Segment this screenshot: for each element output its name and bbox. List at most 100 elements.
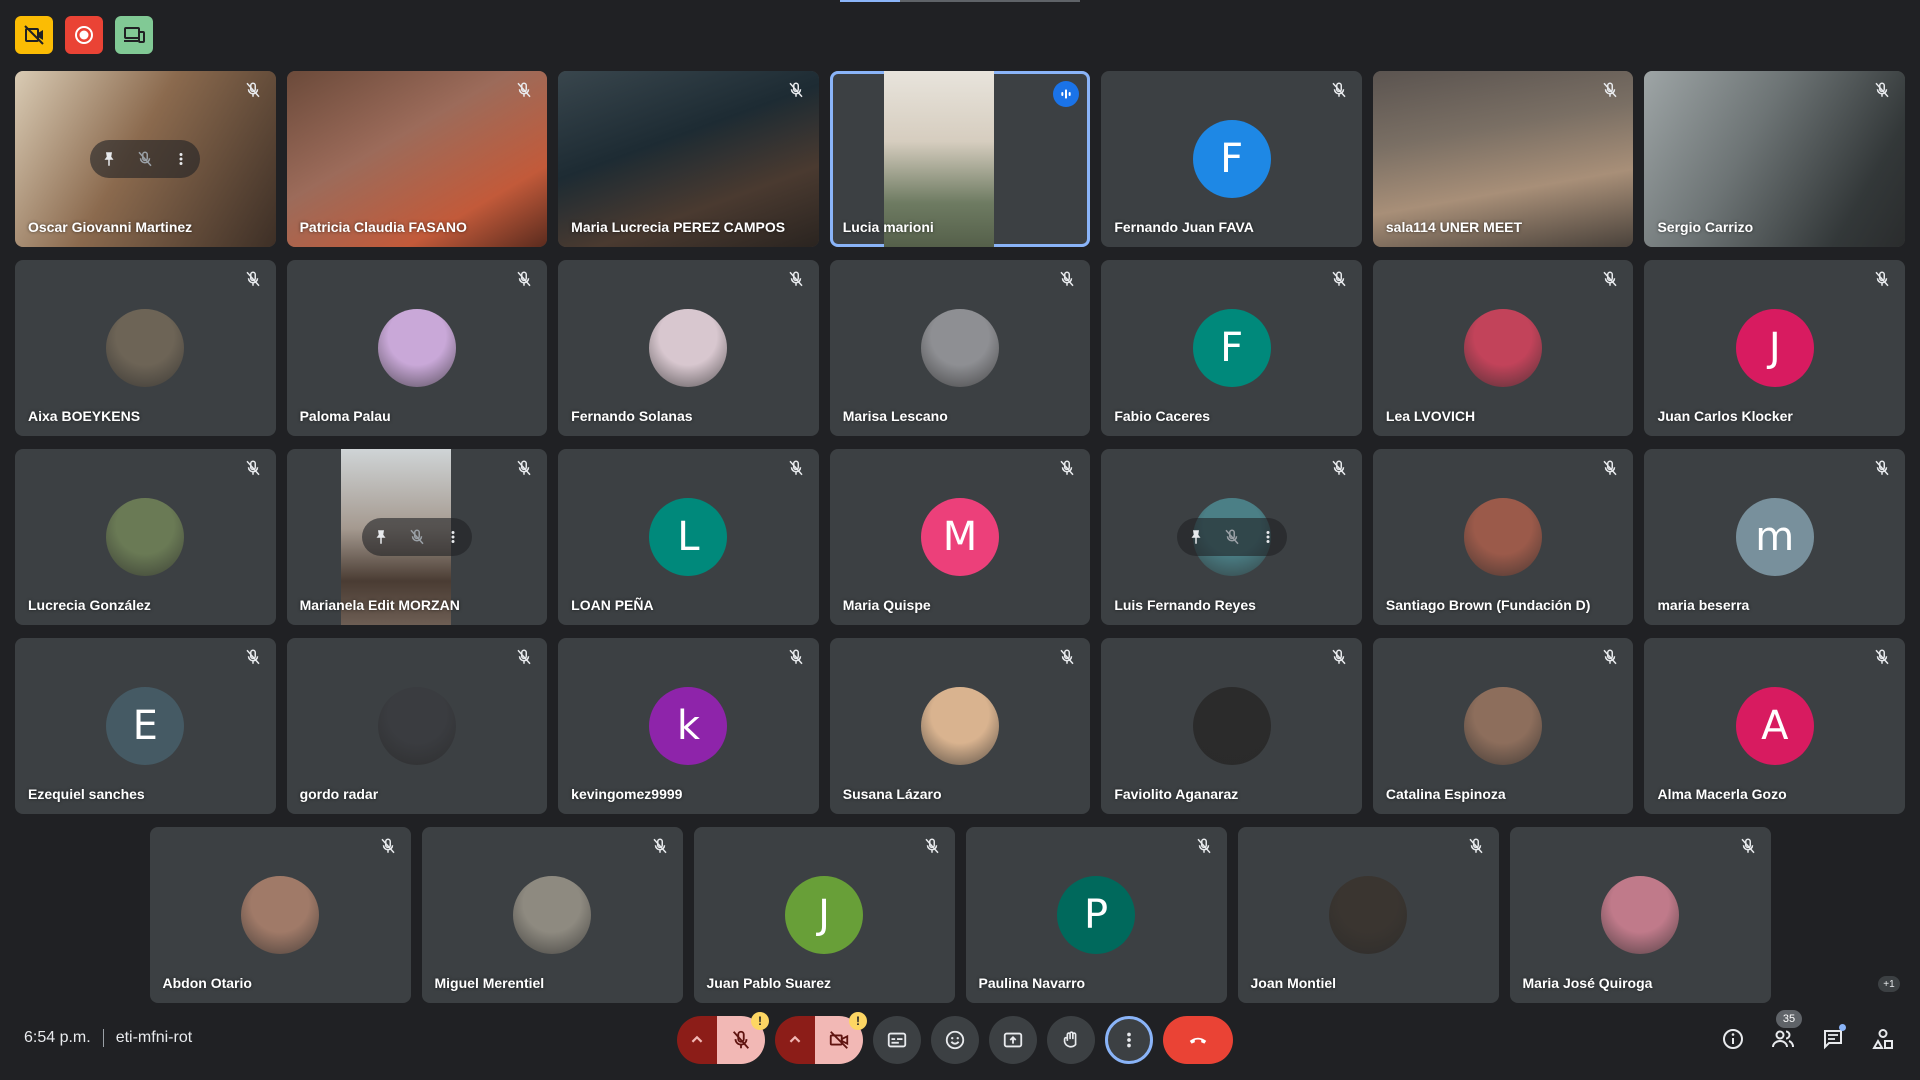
- participant-name: Patricia Claudia FASANO: [299, 219, 467, 235]
- present-button[interactable]: [989, 1016, 1037, 1064]
- captions-button[interactable]: [873, 1016, 921, 1064]
- mic-off-icon: [1873, 81, 1891, 99]
- mic-off-icon: [515, 270, 533, 288]
- leave-call-button[interactable]: [1163, 1016, 1233, 1064]
- participant-tile[interactable]: Faviolito Aganaraz: [1101, 638, 1362, 814]
- avatar: [377, 309, 456, 387]
- participant-tile[interactable]: Marianela Edit MORZAN: [286, 449, 548, 625]
- meeting-code[interactable]: eti-mfni-rot: [116, 1029, 192, 1047]
- camera-toggle-button[interactable]: !: [815, 1012, 867, 1064]
- participant-tile[interactable]: Maria Lucrecia PEREZ CAMPOS: [558, 71, 819, 247]
- avatar: L: [649, 498, 728, 576]
- speaking-indicator-icon: [1053, 81, 1080, 107]
- mic-off-icon: [515, 459, 533, 477]
- participant-tile[interactable]: F Fabio Caceres: [1101, 260, 1362, 436]
- participant-tile[interactable]: Santiago Brown (Fundación D): [1372, 449, 1634, 625]
- participant-name: Marisa Lescano: [842, 408, 948, 424]
- participant-tile[interactable]: Paloma Palau: [286, 260, 548, 436]
- participant-tile[interactable]: Lea LVOVICH: [1372, 260, 1634, 436]
- more-vert-icon[interactable]: [444, 528, 462, 546]
- raise-hand-button[interactable]: [1047, 1016, 1095, 1064]
- participant-name: Maria Quispe: [842, 597, 931, 613]
- participant-tile[interactable]: gordo radar: [286, 638, 548, 814]
- mute-participant-icon[interactable]: [136, 150, 154, 168]
- chat-button[interactable]: [1818, 1024, 1848, 1054]
- recording-icon[interactable]: [65, 16, 103, 54]
- participant-tile[interactable]: Susana Lázaro: [829, 638, 1091, 814]
- more-participants-badge[interactable]: +1: [1878, 976, 1900, 992]
- participant-tile[interactable]: Fernando Solanas: [558, 260, 819, 436]
- avatar: [1601, 876, 1679, 954]
- participant-tile[interactable]: sala114 UNER MEET: [1372, 71, 1634, 247]
- audio-options-button[interactable]: [677, 1016, 717, 1064]
- participant-tile[interactable]: Oscar Giovanni Martinez: [15, 71, 276, 247]
- participant-name: Santiago Brown (Fundación D): [1385, 597, 1591, 613]
- camera-off-indicator-icon[interactable]: [15, 16, 53, 54]
- participant-name: gordo radar: [299, 786, 379, 802]
- mic-off-icon: [1601, 459, 1619, 477]
- mic-toggle-button[interactable]: !: [717, 1012, 769, 1064]
- more-vert-icon[interactable]: [1259, 528, 1277, 546]
- participant-tile[interactable]: Miguel Merentiel: [421, 827, 683, 1003]
- chevron-up-icon: [789, 1035, 801, 1043]
- pin-icon[interactable]: [1187, 528, 1205, 546]
- participant-tile[interactable]: M Maria Quispe: [829, 449, 1091, 625]
- participant-tile[interactable]: L LOAN PEÑA: [558, 449, 819, 625]
- avatar: k: [649, 687, 728, 765]
- mic-off-icon: [1058, 270, 1076, 288]
- participant-tile[interactable]: Patricia Claudia FASANO: [286, 71, 548, 247]
- companion-device-icon[interactable]: [115, 16, 153, 54]
- participant-tile[interactable]: Luis Fernando Reyes: [1101, 449, 1362, 625]
- participant-tile[interactable]: Sergio Carrizo: [1644, 71, 1906, 247]
- emoji-button[interactable]: [931, 1016, 979, 1064]
- captions-icon: [887, 1032, 907, 1048]
- mic-off-icon: [244, 270, 262, 288]
- more-options-button[interactable]: [1105, 1016, 1153, 1064]
- participant-tile[interactable]: F Fernando Juan FAVA: [1101, 71, 1362, 247]
- more-vert-icon: [1127, 1032, 1131, 1048]
- avatar: E: [106, 687, 185, 765]
- participant-tile[interactable]: m maria beserra: [1644, 449, 1906, 625]
- pin-icon[interactable]: [100, 150, 118, 168]
- participant-tile[interactable]: E Ezequiel sanches: [15, 638, 276, 814]
- participant-tile[interactable]: J Juan Pablo Suarez: [693, 827, 955, 1003]
- participant-tile[interactable]: Catalina Espinoza: [1372, 638, 1634, 814]
- mic-off-icon: [651, 837, 669, 855]
- participant-tile[interactable]: Maria José Quiroga: [1509, 827, 1771, 1003]
- participants-count-badge: 35: [1776, 1010, 1802, 1028]
- mute-participant-icon[interactable]: [408, 528, 426, 546]
- participant-tile[interactable]: Aixa BOEYKENS: [15, 260, 276, 436]
- participant-name: kevingomez9999: [571, 786, 683, 802]
- participant-name: maria beserra: [1657, 597, 1750, 613]
- warning-icon: !: [849, 1012, 867, 1030]
- mic-off-icon: [244, 648, 262, 666]
- meeting-indicators: [15, 16, 153, 54]
- participant-tile[interactable]: Marisa Lescano: [829, 260, 1091, 436]
- pin-icon[interactable]: [372, 528, 390, 546]
- meeting-details-button[interactable]: [1718, 1024, 1748, 1054]
- video-options-button[interactable]: [775, 1016, 815, 1064]
- participant-tile[interactable]: Abdon Otario: [149, 827, 411, 1003]
- unread-dot: [1839, 1024, 1846, 1031]
- avatar: [106, 498, 185, 576]
- call-end-icon: [1189, 1037, 1207, 1044]
- people-icon: [1772, 1030, 1794, 1048]
- participant-tile[interactable]: A Alma Macerla Gozo: [1644, 638, 1906, 814]
- participant-tile[interactable]: P Paulina Navarro: [965, 827, 1227, 1003]
- mic-off-icon: [244, 81, 262, 99]
- mic-off-icon: [1873, 270, 1891, 288]
- people-button[interactable]: 35: [1768, 1010, 1802, 1054]
- participant-tile[interactable]: Lucrecia González: [15, 449, 276, 625]
- meeting-info: 6:54 p.m. eti-mfni-rot: [24, 1029, 192, 1047]
- mute-participant-icon[interactable]: [1223, 528, 1241, 546]
- participant-tile[interactable]: J Juan Carlos Klocker: [1644, 260, 1906, 436]
- participant-tile[interactable]: Joan Montiel: [1237, 827, 1499, 1003]
- participant-name: Ezequiel sanches: [28, 786, 145, 802]
- participant-row: Lucrecia González Marianela Edit MORZAN L L…: [15, 449, 1906, 625]
- camera-control: !: [775, 1012, 867, 1064]
- participant-tile[interactable]: k kevingomez9999: [558, 638, 819, 814]
- activities-button[interactable]: [1868, 1024, 1898, 1054]
- participant-tile[interactable]: Lucia marioni: [829, 71, 1091, 247]
- participant-name: Fabio Caceres: [1114, 408, 1211, 424]
- more-vert-icon[interactable]: [172, 150, 190, 168]
